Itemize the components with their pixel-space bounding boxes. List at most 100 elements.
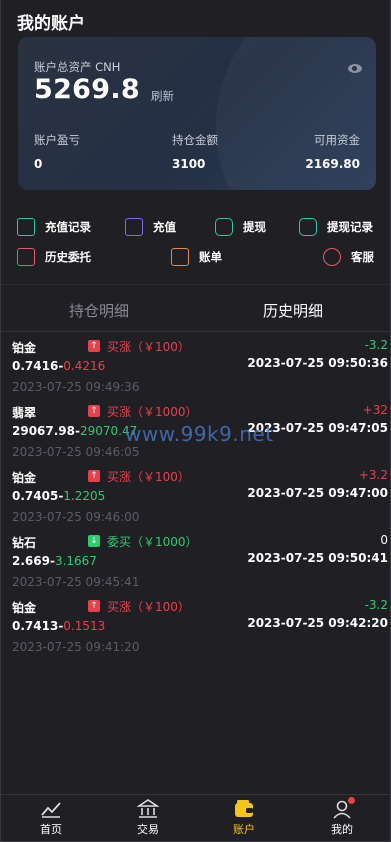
action-bill[interactable]: 账单 [171,248,222,266]
profile-icon [331,797,355,819]
open-time: 2023-07-25 09:41:20 [12,640,140,654]
price-range: 29067.98-29070.47 [12,424,138,438]
action-label: 客服 [351,250,374,264]
action-label: 充值记录 [45,220,91,234]
action-withdraw[interactable]: 提现 [215,218,266,236]
refresh-button[interactable]: 刷新 [151,88,174,104]
action-customer-service[interactable]: 客服 [323,248,374,266]
nav-label: 首页 [40,823,62,836]
open-price: 0.7405 [12,489,59,503]
profit-loss: -3.2 [364,598,388,612]
open-time: 2023-07-25 09:46:05 [12,445,140,459]
close-time: 2023-07-25 09:42:20 [247,616,388,630]
wallet-icon [233,799,255,819]
action-recharge-record[interactable]: 充值记录 [17,218,91,236]
arrow-up-icon: ↑ [88,405,100,417]
profit-loss: -3.2 [364,338,388,352]
tabs-underline [1,331,390,332]
close-price: 0.1513 [63,619,106,633]
stat-value-pnl: 0 [34,157,43,171]
stat-label-pnl: 账户盈亏 [34,133,80,147]
withdraw-icon [215,218,233,236]
nav-label: 我的 [331,823,353,836]
open-price: 0.7413 [12,619,59,633]
price-range: 0.7405-1.2205 [12,489,106,503]
asset-name: 铂金 [12,341,37,355]
open-price: 2.669 [12,554,50,568]
bill-icon [171,248,189,266]
page-title: 我的账户 [17,14,85,34]
profit-loss: +3.2 [358,468,388,482]
history-row[interactable]: 铂金 ↑ 买涨（￥100） +3.2 0.7405-1.2205 2023-07-25 0… [1,468,390,533]
close-price: 3.1667 [54,554,97,568]
profit-loss: 0 [380,533,388,547]
close-price: 0.4216 [63,359,106,373]
action-label: 提现记录 [327,220,373,234]
price-range: 2.669-3.1667 [12,554,97,568]
close-time: 2023-07-25 09:47:00 [247,486,388,500]
action-recharge[interactable]: 充值 [125,218,176,236]
order-direction: 买涨（￥100） [107,340,190,354]
close-time: 2023-07-25 09:50:41 [247,551,388,565]
account-page: 我的账户 账户总资产 CNH 5269.8 刷新 账户盈亏 0 持仓金额 310… [0,0,391,842]
close-time: 2023-07-25 09:50:36 [247,356,388,370]
watermark: www.99k9.net [125,422,274,446]
customer-service-icon [323,248,341,266]
bank-icon [136,799,160,819]
action-label: 账单 [199,250,222,264]
history-row[interactable]: 钻石 ↓ 委买（￥1000） 0 2.669-3.1667 2023-07-25 09:5… [1,533,390,598]
action-label: 历史委托 [45,250,91,264]
total-assets-value: 5269.8 [34,74,140,105]
asset-card: 账户总资产 CNH 5269.8 刷新 账户盈亏 0 持仓金额 3100 可用资… [18,37,376,190]
close-price: 1.2205 [63,489,106,503]
stat-label-available: 可用资金 [314,133,360,147]
nav-label: 交易 [137,823,159,836]
withdraw-record-icon [299,218,317,236]
nav-profile[interactable]: 我的 [312,797,372,837]
order-direction: 委买（￥1000） [107,535,198,549]
nav-label: 账户 [233,823,255,836]
stat-value-available: 2169.80 [305,157,360,171]
action-history-order[interactable]: 历史委托 [17,248,91,266]
price-range: 0.7413-0.1513 [12,619,106,633]
open-time: 2023-07-25 09:46:00 [12,510,140,524]
profit-loss: +32 [362,403,388,417]
arrow-up-icon: ↑ [88,470,100,482]
detail-tabs: 持仓明细 历史明细 [1,298,390,328]
tab-history[interactable]: 历史明细 [263,300,323,321]
action-label: 提现 [243,220,266,234]
open-time: 2023-07-25 09:45:41 [12,575,140,589]
asset-name: 翡翠 [12,406,37,420]
arrow-up-icon: ↑ [88,340,100,352]
divider [1,284,390,285]
open-price: 29067.98 [12,424,76,438]
eye-icon[interactable] [348,64,362,73]
bottom-nav: 首页 交易 账户 我的 [1,794,390,841]
asset-name: 钻石 [12,536,37,550]
history-row[interactable]: 铂金 ↑ 买涨（￥100） -3.2 0.7413-0.1513 2023-07-25 0… [1,598,390,663]
recharge-icon [125,218,143,236]
asset-name: 铂金 [12,601,37,615]
action-label: 充值 [153,220,176,234]
tab-holdings[interactable]: 持仓明细 [69,300,129,321]
notification-dot [348,797,355,804]
arrow-up-icon: ↑ [88,600,100,612]
stat-value-position: 3100 [172,157,206,171]
arrow-down-icon: ↓ [88,535,100,547]
order-direction: 买涨（￥100） [107,600,190,614]
nav-account[interactable]: 账户 [214,799,274,837]
recharge-record-icon [17,218,35,236]
nav-trade[interactable]: 交易 [118,799,178,837]
total-assets-label: 账户总资产 CNH [34,60,121,74]
history-order-icon [17,248,35,266]
asset-name: 铂金 [12,471,37,485]
order-direction: 买涨（￥100） [107,470,190,484]
open-price: 0.7416 [12,359,59,373]
action-withdraw-record[interactable]: 提现记录 [299,218,373,236]
order-direction: 买涨（￥1000） [107,405,198,419]
price-range: 0.7416-0.4216 [12,359,106,373]
stat-label-position: 持仓金额 [172,133,218,147]
history-row[interactable]: 铂金 ↑ 买涨（￥100） -3.2 0.7416-0.4216 2023-07-25 0… [1,338,390,403]
nav-home[interactable]: 首页 [21,799,81,837]
open-time: 2023-07-25 09:49:36 [12,380,140,394]
